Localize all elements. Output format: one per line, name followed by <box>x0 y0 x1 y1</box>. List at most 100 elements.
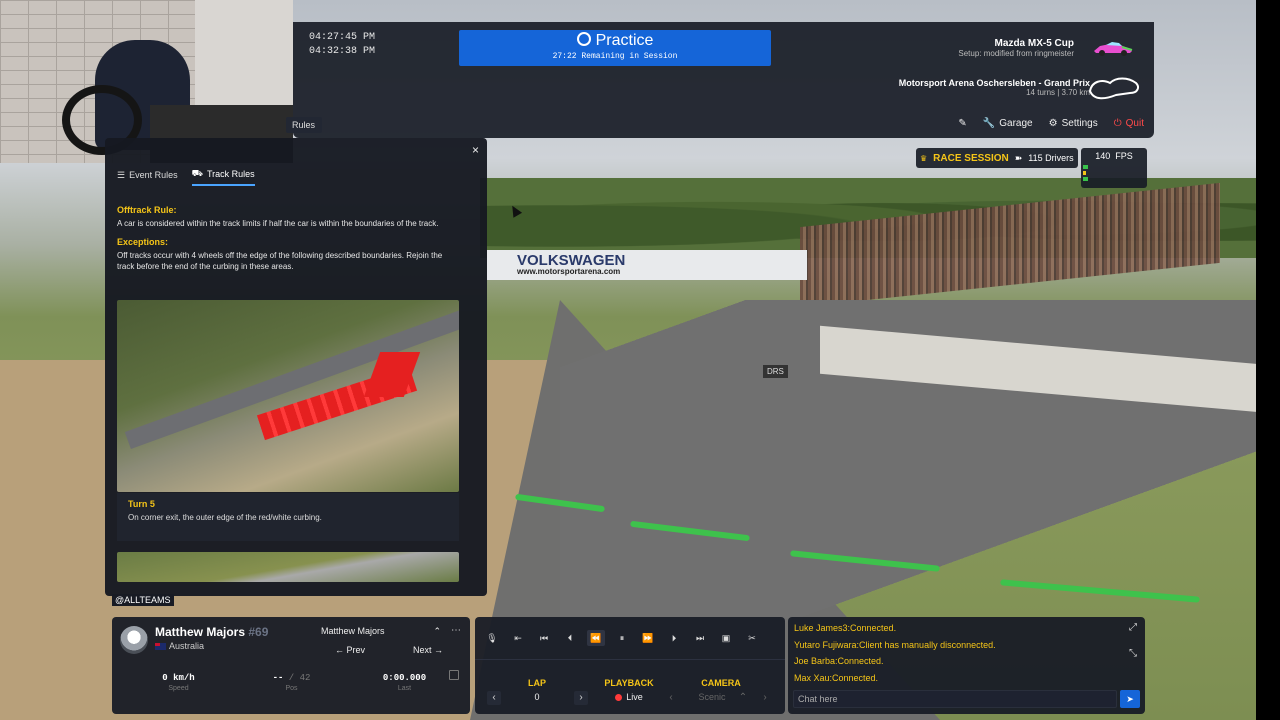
collapse-icon[interactable]: ⤡ <box>1129 648 1137 659</box>
session-header: 04:27:45 PM 04:32:38 PM Practice 27:22 R… <box>293 22 1154 138</box>
track-details: 14 turns | 3.70 km <box>1026 88 1090 97</box>
chat-input[interactable]: Chat here <box>793 690 1117 708</box>
camera-up-button[interactable]: ⌃ <box>736 691 750 705</box>
tab-event-rules[interactable]: ☰ Event Rules <box>117 168 178 186</box>
expand-icon[interactable]: ⤢ <box>1129 622 1137 633</box>
driver-name-row: Matthew Majors #69 <box>155 625 268 639</box>
quit-label: Quit <box>1125 118 1144 129</box>
rules-panel: × ☰ Event Rules ⛟ Track Rules Offtrack Rul… <box>105 138 487 596</box>
driver-select[interactable]: Matthew Majors ⌃ <box>321 626 441 637</box>
sim-time: 04:32:38 PM <box>309 46 376 57</box>
australia-flag-icon <box>155 642 166 650</box>
pause-icon[interactable]: ⏸ <box>613 630 631 646</box>
rewind-icon[interactable]: ⏪ <box>587 630 605 646</box>
pos-total: / 42 <box>288 673 311 683</box>
fps-label: FPS <box>1115 151 1133 161</box>
camera-record-icon[interactable]: ▣ <box>717 630 735 646</box>
country-label: Australia <box>169 641 205 651</box>
replay-controls: 🎙 ⇤ ⏮ ⏴ ⏪ ⏸ ⏩ ⏵ ⏭ ▣ ✂ ‹ LAP 0 › PLAYBACK… <box>475 617 785 714</box>
last-value: 0:00.000 <box>382 673 427 683</box>
driver-nav: ← Prev Next → <box>319 644 459 656</box>
speed-value: 0 km/h <box>162 673 195 683</box>
steering-wheel-icon <box>576 32 591 46</box>
next-lap-icon[interactable]: ⏵ <box>665 630 683 646</box>
mic-icon[interactable]: 🎙 <box>483 630 501 646</box>
send-button[interactable]: ➤ <box>1120 690 1140 708</box>
driver-country: Australia <box>155 641 204 651</box>
offtrack-heading: Offtrack Rule: <box>117 205 177 215</box>
rules-tab[interactable]: Rules <box>286 117 323 133</box>
next-label: Next <box>412 645 432 655</box>
lap-value: 0 <box>534 692 540 702</box>
prev-driver-button[interactable]: ← Prev <box>319 644 381 656</box>
rules-tabs: ☰ Event Rules ⛟ Track Rules <box>117 168 255 186</box>
quit-button[interactable]: ⏻ Quit <box>1114 118 1144 129</box>
tab-label: Event Rules <box>129 170 178 180</box>
offtrack-text: A car is considered within the track lim… <box>117 219 439 228</box>
fps-value: 140 <box>1095 151 1111 161</box>
lap-prev-button[interactable]: ‹ <box>487 691 501 705</box>
wrench-icon: 🔧 <box>982 117 996 129</box>
driver-count: 115 Drivers <box>1028 153 1074 163</box>
helmet-icon: ➽ <box>1014 152 1023 163</box>
turn-5-image <box>117 300 459 492</box>
lap-label: LAP <box>528 678 546 688</box>
playback-value-text: Live <box>626 692 643 702</box>
race-session-widget[interactable]: ♛ RACE SESSION ➽ 115 Drivers <box>916 148 1078 168</box>
prev-label: Prev <box>346 645 366 655</box>
fast-forward-icon[interactable]: ⏩ <box>639 630 657 646</box>
car-name: Mazda MX-5 Cup <box>994 38 1074 49</box>
chevron-up-icon: ⌃ <box>433 626 441 636</box>
track-icon: ⛟ <box>191 168 203 178</box>
clock-group: 04:27:45 PM 04:32:38 PM <box>309 31 375 59</box>
header-menu: ✎ 🔧 Garage ⚙ Settings ⏻ Quit <box>958 118 1144 129</box>
playback-value: Live <box>595 692 663 702</box>
next-turn-image <box>117 552 459 582</box>
tab-label: Track Rules <box>206 169 255 179</box>
skip-start-icon[interactable]: ⇤ <box>509 630 527 646</box>
last-label: Last <box>397 685 412 692</box>
turn-title: Turn 5 <box>128 499 155 509</box>
live-indicator-icon <box>615 694 623 701</box>
driver-number: #69 <box>248 625 269 639</box>
send-icon: ➤ <box>1126 694 1134 704</box>
turn-description: On corner exit, the outer edge of the re… <box>128 513 322 522</box>
settings-label: Settings <box>1061 118 1098 129</box>
crown-icon: ♛ <box>920 153 928 163</box>
driver-select-value: Matthew Majors <box>321 626 385 636</box>
session-remaining: 27:22 Remaining in Session <box>552 52 678 61</box>
overlay-tag: @ALLTEAMS <box>112 594 174 606</box>
tools-icon[interactable]: ✂ <box>743 630 761 646</box>
camera-next-button[interactable]: › <box>758 691 772 705</box>
chat-panel: Luke James3:Connected. Yutaro Fujiwara:C… <box>788 617 1145 714</box>
pos-value: -- <box>272 673 284 683</box>
track-info: Motorsport Arena Oschersleben - Grand Pr… <box>899 78 1090 97</box>
edit-button[interactable]: ✎ <box>958 118 966 129</box>
position-stat: -- / 42 Pos <box>235 673 348 692</box>
rules-content: Offtrack Rule: A car is considered withi… <box>117 205 461 280</box>
session-title: Practice <box>595 32 654 49</box>
chat-line: Max Xau:Connected. <box>794 672 879 683</box>
settings-button[interactable]: ⚙ Settings <box>1049 118 1098 129</box>
fps-widget: 140 FPS <box>1081 148 1147 188</box>
tab-track-rules[interactable]: ⛟ Track Rules <box>191 168 255 186</box>
power-icon: ⏻ <box>1113 117 1122 129</box>
car-setup: Setup: modified from ringmeister <box>958 49 1074 58</box>
session-indicator[interactable]: Practice 27:22 Remaining in Session <box>459 30 771 66</box>
next-driver-button[interactable]: Next → <box>397 644 459 656</box>
camera-prev-button[interactable]: ‹ <box>664 691 678 705</box>
next-session-icon[interactable]: ⏭ <box>691 630 709 646</box>
more-icon[interactable]: ⋯ <box>451 625 461 636</box>
chat-line: Joe Barba:Connected. <box>794 656 884 666</box>
exceptions-heading: Exceptions: <box>117 237 169 247</box>
race-session-label: RACE SESSION <box>933 152 1009 164</box>
lap-next-button[interactable]: › <box>574 691 588 705</box>
driver-panel: Matthew Majors #69 Australia Matthew Maj… <box>112 617 470 714</box>
exceptions-text: Off tracks occur with 4 wheels off the e… <box>117 251 443 271</box>
prev-lap-icon[interactable]: ⏴ <box>561 630 579 646</box>
divider <box>475 659 785 660</box>
prev-session-icon[interactable]: ⏮ <box>535 630 553 646</box>
camera-label: CAMERA <box>701 678 741 688</box>
garage-button[interactable]: 🔧 Garage <box>983 118 1033 129</box>
close-button[interactable]: × <box>472 143 479 157</box>
